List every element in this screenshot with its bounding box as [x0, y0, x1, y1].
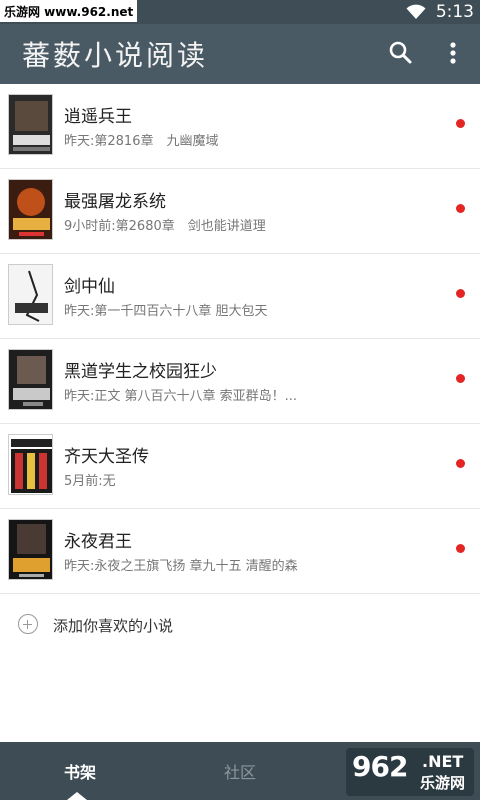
more-vert-icon[interactable]: [443, 38, 463, 68]
book-cover: [8, 519, 53, 580]
status-bar: 乐游网 www.962.net 5:13: [0, 0, 480, 24]
book-cover: [8, 434, 53, 495]
book-title: 永夜君王: [64, 532, 132, 552]
book-title: 剑中仙: [64, 277, 115, 297]
tab-community[interactable]: 社区: [160, 742, 320, 800]
add-book-button[interactable]: 添加你喜欢的小说: [0, 596, 480, 652]
wifi-icon: [406, 4, 426, 20]
book-title: 黑道学生之校园狂少: [64, 362, 217, 382]
book-row[interactable]: 剑中仙 昨天:第一千四百六十八章 胆大包天: [0, 254, 480, 339]
search-icon[interactable]: [388, 40, 414, 66]
book-title: 最强屠龙系统: [64, 192, 166, 212]
watermark-logo: 962 .NET 乐游网: [346, 748, 474, 796]
book-row[interactable]: 逍遥兵王 昨天:第2816章 九幽魔域: [0, 84, 480, 169]
app-title: 蕃薮小说阅读: [22, 39, 209, 72]
book-title: 逍遥兵王: [64, 107, 132, 127]
book-row[interactable]: 齐天大圣传 5月前:无: [0, 424, 480, 509]
book-cover: [8, 349, 53, 410]
unread-dot: [456, 119, 465, 128]
unread-dot: [456, 459, 465, 468]
book-row[interactable]: 永夜君王 昨天:永夜之王旗飞扬 章九十五 清醒的森: [0, 509, 480, 594]
unread-dot: [456, 289, 465, 298]
watermark-number: 962: [352, 750, 408, 783]
book-update: 昨天:永夜之王旗飞扬 章九十五 清醒的森: [64, 559, 298, 574]
unread-dot: [456, 544, 465, 553]
active-tab-indicator: [67, 792, 87, 800]
book-cover: [8, 179, 53, 240]
add-book-label: 添加你喜欢的小说: [53, 617, 174, 635]
unread-dot: [456, 204, 465, 213]
app-bar: 蕃薮小说阅读: [0, 24, 480, 84]
book-update: 9小时前:第2680章 剑也能讲道理: [64, 219, 266, 234]
watermark-text: 乐游网: [420, 774, 466, 792]
book-title: 齐天大圣传: [64, 447, 149, 467]
unread-dot: [456, 374, 465, 383]
book-row[interactable]: 黑道学生之校园狂少 昨天:正文 第八百六十八章 索亚群岛！...: [0, 339, 480, 424]
status-time: 5:13: [435, 2, 474, 22]
book-update: 5月前:无: [64, 474, 116, 489]
book-update: 昨天:正文 第八百六十八章 索亚群岛！...: [64, 389, 298, 404]
status-right: 5:13: [406, 0, 474, 24]
watermark-text: 乐游网 www.962.net: [0, 0, 138, 22]
book-row[interactable]: 最强屠龙系统 9小时前:第2680章 剑也能讲道理: [0, 169, 480, 254]
book-update: 昨天:第2816章 九幽魔域: [64, 134, 219, 149]
watermark-suffix: .NET: [422, 752, 464, 771]
book-update: 昨天:第一千四百六十八章 胆大包天: [64, 304, 268, 319]
add-circle-icon: [18, 614, 38, 634]
book-list: 逍遥兵王 昨天:第2816章 九幽魔域 最强屠龙系统 9小时前:第2680章 剑…: [0, 84, 480, 594]
book-cover: [8, 94, 53, 155]
book-cover: [8, 264, 53, 325]
